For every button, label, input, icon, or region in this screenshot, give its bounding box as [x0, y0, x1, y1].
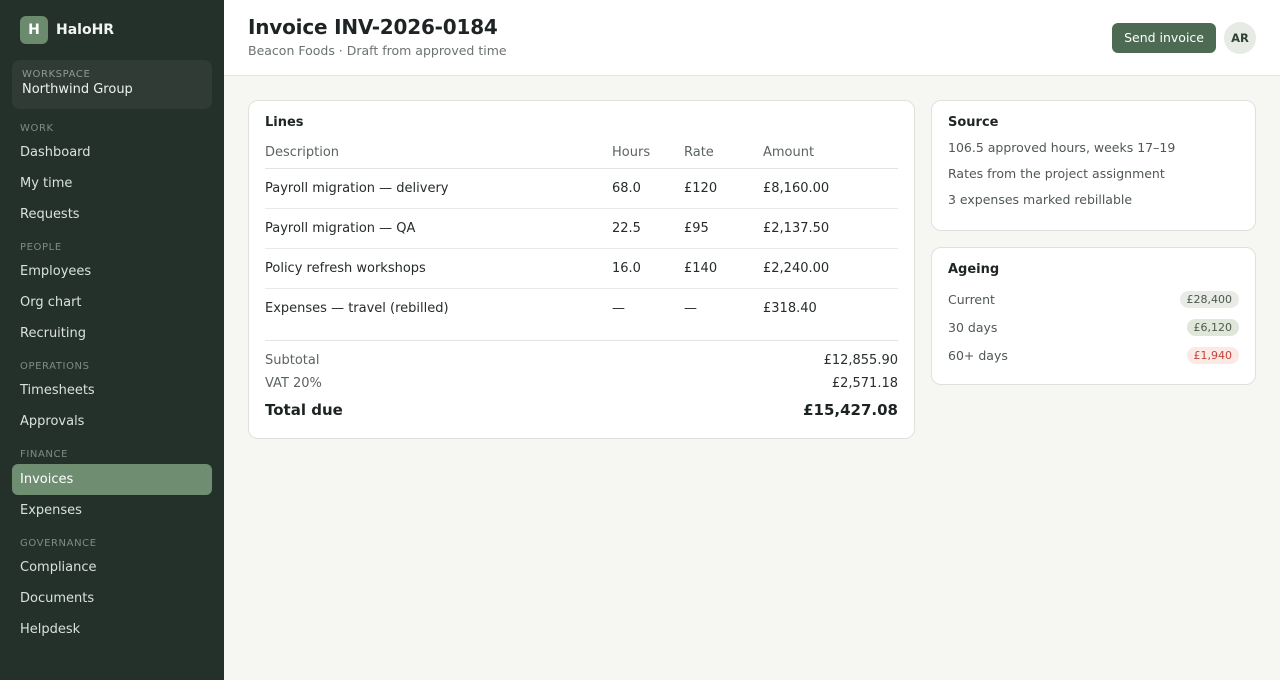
vat-label: VAT 20% [265, 376, 322, 391]
ageing-row-current: Current £28,400 [948, 285, 1239, 313]
send-invoice-button[interactable]: Send invoice [1112, 23, 1216, 53]
line-amount: £318.40 [763, 300, 817, 316]
column-header-description: Description [265, 138, 612, 169]
subtotal-row: Subtotal £12,855.90 [265, 353, 898, 376]
nav-section-finance: FINANCE [20, 449, 69, 460]
source-card: Source 106.5 approved hours, weeks 17–19… [931, 100, 1256, 231]
page-title: Invoice INV-2026-0184 [248, 15, 498, 39]
sidebar-item-recruiting[interactable]: Recruiting [12, 318, 212, 349]
ageing-card: Ageing Current £28,400 30 days £6,120 60… [931, 247, 1256, 385]
nav-section-operations: OPERATIONS [20, 361, 90, 372]
ageing-badge: £6,120 [1186, 318, 1239, 336]
totals: Subtotal £12,855.90 VAT 20% £2,571.18 To… [265, 340, 898, 424]
sidebar-item-documents[interactable]: Documents [12, 583, 212, 614]
vat-value: £2,571.18 [831, 376, 898, 391]
sidebar-item-dashboard[interactable]: Dashboard [12, 137, 212, 168]
lines-title: Lines [265, 115, 304, 130]
total-row: Total due £15,427.08 [265, 401, 898, 424]
column-header-amount: Amount [763, 138, 898, 169]
column-header-rate: Rate [684, 138, 763, 169]
line-hours: 22.5 [612, 208, 684, 249]
vat-row: VAT 20% £2,571.18 [265, 376, 898, 399]
workspace-switcher[interactable]: WORKSPACE Northwind Group [12, 60, 212, 109]
sidebar-item-org-chart[interactable]: Org chart [12, 287, 212, 318]
nav-section-people: PEOPLE [20, 242, 62, 253]
source-line: 3 expenses marked rebillable [948, 192, 1133, 207]
nav-section-work: WORK [20, 123, 54, 134]
ageing-title: Ageing [948, 262, 1000, 277]
sidebar-item-approvals[interactable]: Approvals [12, 406, 212, 437]
sidebar-item-helpdesk[interactable]: Helpdesk [12, 614, 212, 645]
line-rate: £140 [684, 248, 763, 289]
ageing-row-60-plus-days: 60+ days £1,940 [948, 341, 1239, 369]
table-row[interactable]: Expenses — travel (rebilled) — — £318.40 [265, 288, 898, 328]
subtotal-label: Subtotal [265, 353, 320, 368]
column-header-hours: Hours [612, 138, 684, 169]
ageing-label: 60+ days [948, 347, 1008, 363]
line-description: Payroll migration — delivery [265, 168, 612, 209]
line-amount: £8,160.00 [763, 168, 898, 209]
source-title: Source [948, 115, 999, 130]
avatar[interactable]: AR [1224, 22, 1256, 54]
line-hours: 16.0 [612, 248, 684, 289]
table-row[interactable]: Payroll migration — QA 22.5 £95 £2,137.5… [265, 208, 898, 249]
ageing-row-30-days: 30 days £6,120 [948, 313, 1239, 341]
line-description: Expenses — travel (rebilled) [265, 300, 449, 316]
line-rate: — [684, 300, 697, 316]
page-subtitle: Beacon Foods · Draft from approved time [248, 43, 507, 58]
source-line: Rates from the project assignment [948, 166, 1165, 181]
ageing-label: Current [948, 291, 995, 307]
sidebar-item-expenses[interactable]: Expenses [12, 495, 212, 526]
sidebar: H HaloHR WORKSPACE Northwind Group WORK … [0, 0, 224, 680]
brand-logo: H [20, 16, 48, 44]
table-row[interactable]: Payroll migration — delivery 68.0 £120 £… [265, 168, 898, 209]
source-line: 106.5 approved hours, weeks 17–19 [948, 140, 1176, 155]
nav-section-governance: GOVERNANCE [20, 538, 97, 549]
total-value: £15,427.08 [803, 401, 898, 419]
subtotal-value: £12,855.90 [823, 353, 898, 368]
sidebar-item-my-time[interactable]: My time [12, 168, 212, 199]
sidebar-item-employees[interactable]: Employees [12, 256, 212, 287]
line-rate: £95 [684, 208, 763, 249]
line-amount: £2,240.00 [763, 248, 898, 289]
ageing-label: 30 days [948, 319, 998, 335]
workspace-label: WORKSPACE [22, 69, 91, 80]
line-rate: £120 [684, 168, 763, 209]
total-label: Total due [265, 401, 343, 419]
sidebar-item-requests[interactable]: Requests [12, 199, 212, 230]
workspace-name: Northwind Group [22, 82, 133, 97]
page-header: Invoice INV-2026-0184 Beacon Foods · Dra… [224, 0, 1280, 76]
ageing-badge: £1,940 [1186, 346, 1239, 364]
brand[interactable]: H HaloHR [12, 16, 212, 44]
sidebar-item-timesheets[interactable]: Timesheets [12, 375, 212, 406]
ageing-badge: £28,400 [1179, 290, 1239, 308]
line-hours: — [612, 300, 625, 316]
sidebar-item-invoices[interactable]: Invoices [12, 464, 212, 495]
brand-name: HaloHR [56, 22, 115, 38]
main-area: Invoice INV-2026-0184 Beacon Foods · Dra… [224, 0, 1280, 680]
lines-table: Description Hours Rate Amount Payroll mi… [265, 138, 898, 328]
sidebar-item-compliance[interactable]: Compliance [12, 552, 212, 583]
table-header-row: Description Hours Rate Amount [265, 138, 898, 169]
line-hours: 68.0 [612, 168, 684, 209]
line-description: Policy refresh workshops [265, 248, 612, 289]
lines-card: Lines Description Hours Rate Amount Payr… [248, 100, 915, 439]
table-row[interactable]: Policy refresh workshops 16.0 £140 £2,24… [265, 248, 898, 289]
line-description: Payroll migration — QA [265, 208, 612, 249]
line-amount: £2,137.50 [763, 208, 898, 249]
